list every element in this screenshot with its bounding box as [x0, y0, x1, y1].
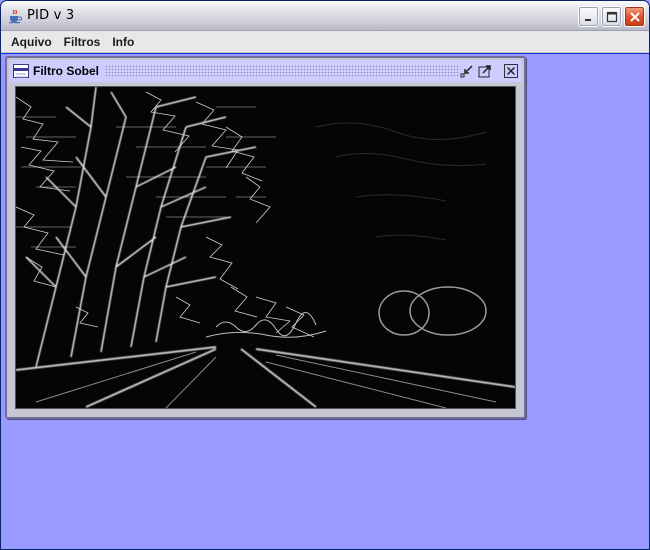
frame-title-grip	[105, 65, 460, 77]
window-title: PID v 3	[27, 8, 75, 23]
minimize-button[interactable]	[578, 6, 599, 27]
frame-close-button[interactable]	[504, 64, 518, 78]
java-coffee-icon	[7, 8, 23, 24]
iconify-button[interactable]	[460, 64, 474, 78]
close-icon	[629, 11, 640, 22]
close-icon	[506, 66, 516, 76]
maximize-icon	[606, 11, 617, 22]
internal-frame-sobel[interactable]: Filtro Sobel	[5, 56, 526, 419]
frame-window-icon	[13, 64, 29, 78]
title-bar[interactable]: PID v 3	[1, 1, 649, 31]
desktop-pane[interactable]: Filtro Sobel	[1, 54, 649, 549]
frame-maximize-button[interactable]	[478, 64, 492, 78]
frame-title-bar[interactable]: Filtro Sobel	[9, 60, 522, 82]
menu-bar: Aquivo Filtros Info	[1, 31, 649, 53]
minimize-icon	[584, 18, 591, 21]
menu-aquivo[interactable]: Aquivo	[5, 35, 58, 49]
close-button[interactable]	[624, 6, 645, 27]
maximize-icon	[478, 65, 491, 78]
menu-info[interactable]: Info	[106, 35, 140, 49]
maximize-button[interactable]	[601, 6, 622, 27]
frame-title: Filtro Sobel	[33, 64, 99, 78]
menu-filtros[interactable]: Filtros	[58, 35, 107, 49]
app-window: PID v 3 Aquivo Filtros Info Filtro Sobel	[0, 0, 650, 550]
sobel-edge-filtered-image	[15, 86, 516, 409]
iconify-icon	[460, 65, 473, 78]
